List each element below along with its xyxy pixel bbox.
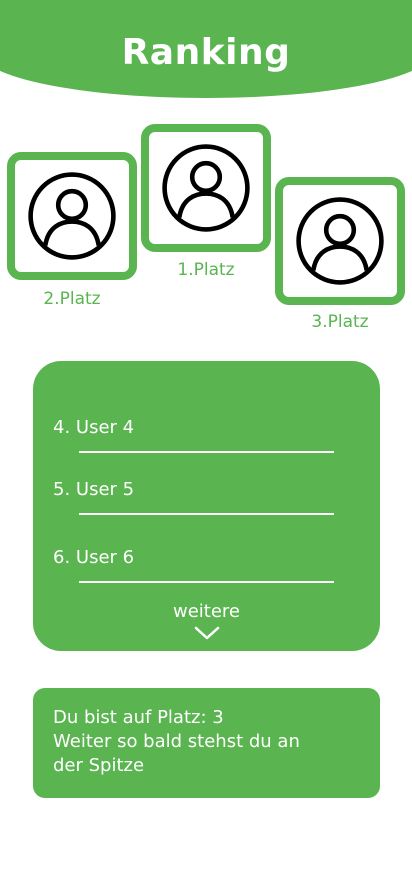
status-card: Du bist auf Platz: 3 Weiter so bald steh… (33, 688, 380, 798)
status-line: Du bist auf Platz: 3 (53, 707, 224, 728)
list-divider (79, 581, 334, 583)
user-avatar-icon (26, 170, 118, 262)
page-title: Ranking (121, 32, 291, 73)
list-item[interactable]: 6. User 6 (53, 547, 134, 568)
chevron-down-icon (194, 626, 219, 640)
podium-card-first[interactable] (141, 124, 271, 252)
podium-label-first: 1.Platz (177, 260, 235, 280)
podium-label-second: 2.Platz (43, 289, 101, 309)
podium-label-third: 3.Platz (311, 312, 369, 332)
more-button-label: weitere (172, 601, 240, 622)
status-line: Weiter so bald stehst du an (53, 731, 300, 752)
podium-card-third[interactable] (275, 177, 405, 305)
user-avatar-icon (294, 195, 386, 287)
ranking-list: 4. User 4 5. User 5 6. User 6 weitere (33, 361, 380, 651)
status-line: der Spitze (53, 755, 145, 776)
list-item[interactable]: 5. User 5 (53, 479, 134, 500)
user-avatar-icon (160, 142, 252, 234)
list-divider (79, 513, 334, 515)
list-divider (79, 451, 334, 453)
more-button[interactable]: weitere (33, 601, 380, 640)
list-item[interactable]: 4. User 4 (53, 417, 134, 438)
podium-card-second[interactable] (7, 152, 137, 280)
